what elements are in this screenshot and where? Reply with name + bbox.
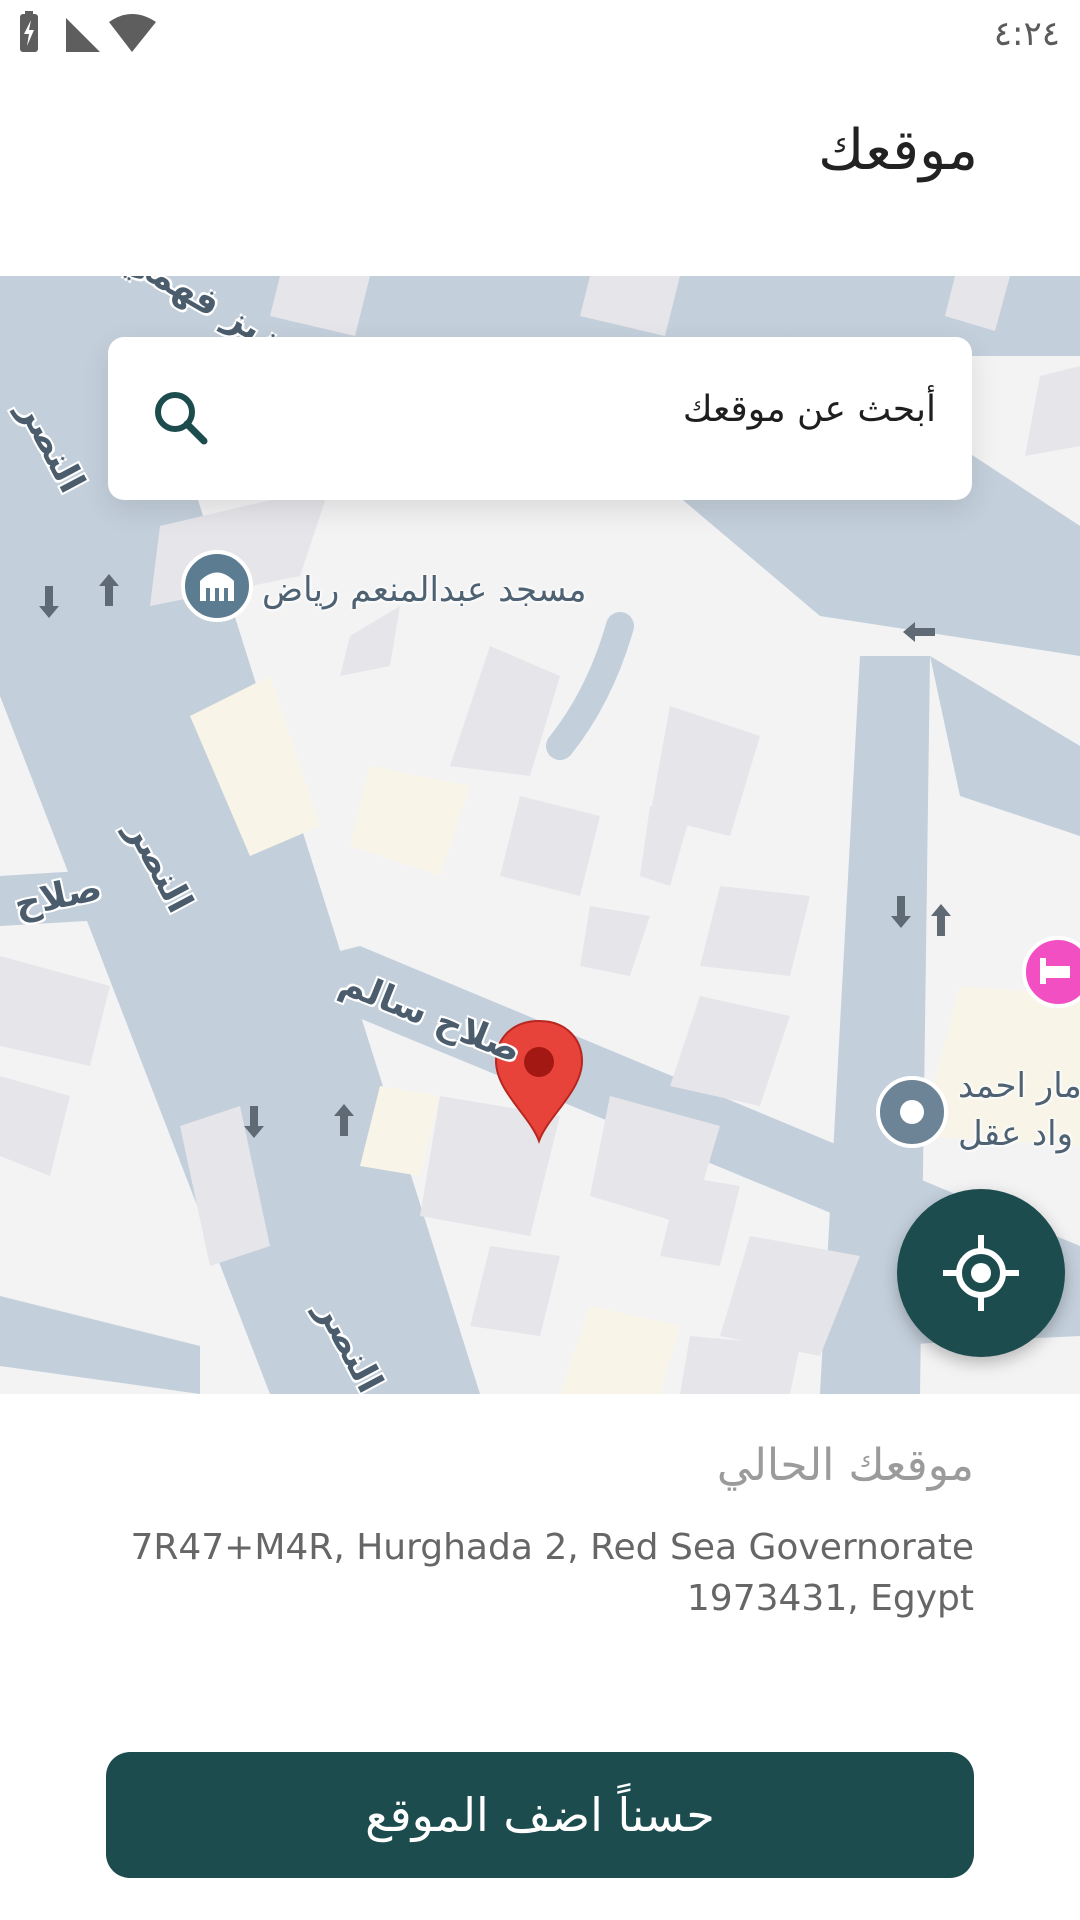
- search-icon[interactable]: [150, 387, 212, 449]
- poi-building-label-1: مار احمد: [958, 1066, 1080, 1106]
- poi-mosque-label: مسجد عبدالمنعم رياض: [262, 570, 587, 610]
- add-location-button[interactable]: حسناً اضف الموقع: [106, 1752, 974, 1878]
- place-poi-icon: [876, 1076, 948, 1148]
- my-location-icon: [943, 1235, 1019, 1311]
- cell-signal-icon: [66, 18, 100, 52]
- search-input[interactable]: أبحث عن موقعك: [108, 337, 972, 500]
- my-location-button[interactable]: [897, 1189, 1065, 1357]
- address-line-1: 7R47+M4R, Hurghada 2, Red Sea Governorat…: [130, 1527, 974, 1568]
- poi-building-label-2: واد عقل: [958, 1114, 1074, 1154]
- mosque-poi-icon: [181, 550, 253, 622]
- current-location-address: 7R47+M4R, Hurghada 2, Red Sea Governorat…: [94, 1522, 974, 1624]
- battery-charging-icon: [20, 11, 38, 52]
- hotel-poi-icon: [1022, 936, 1080, 1008]
- search-placeholder: أبحث عن موقعك: [682, 389, 936, 430]
- status-bar: ٤:٢٤: [0, 0, 1080, 68]
- wifi-icon: [109, 14, 156, 52]
- page-title: موقعك: [818, 118, 978, 183]
- current-location-title: موقعك الحالي: [716, 1440, 974, 1491]
- status-time: ٤:٢٤: [993, 14, 1060, 54]
- address-line-2: 1973431, Egypt: [686, 1578, 974, 1619]
- status-icons: [20, 11, 156, 52]
